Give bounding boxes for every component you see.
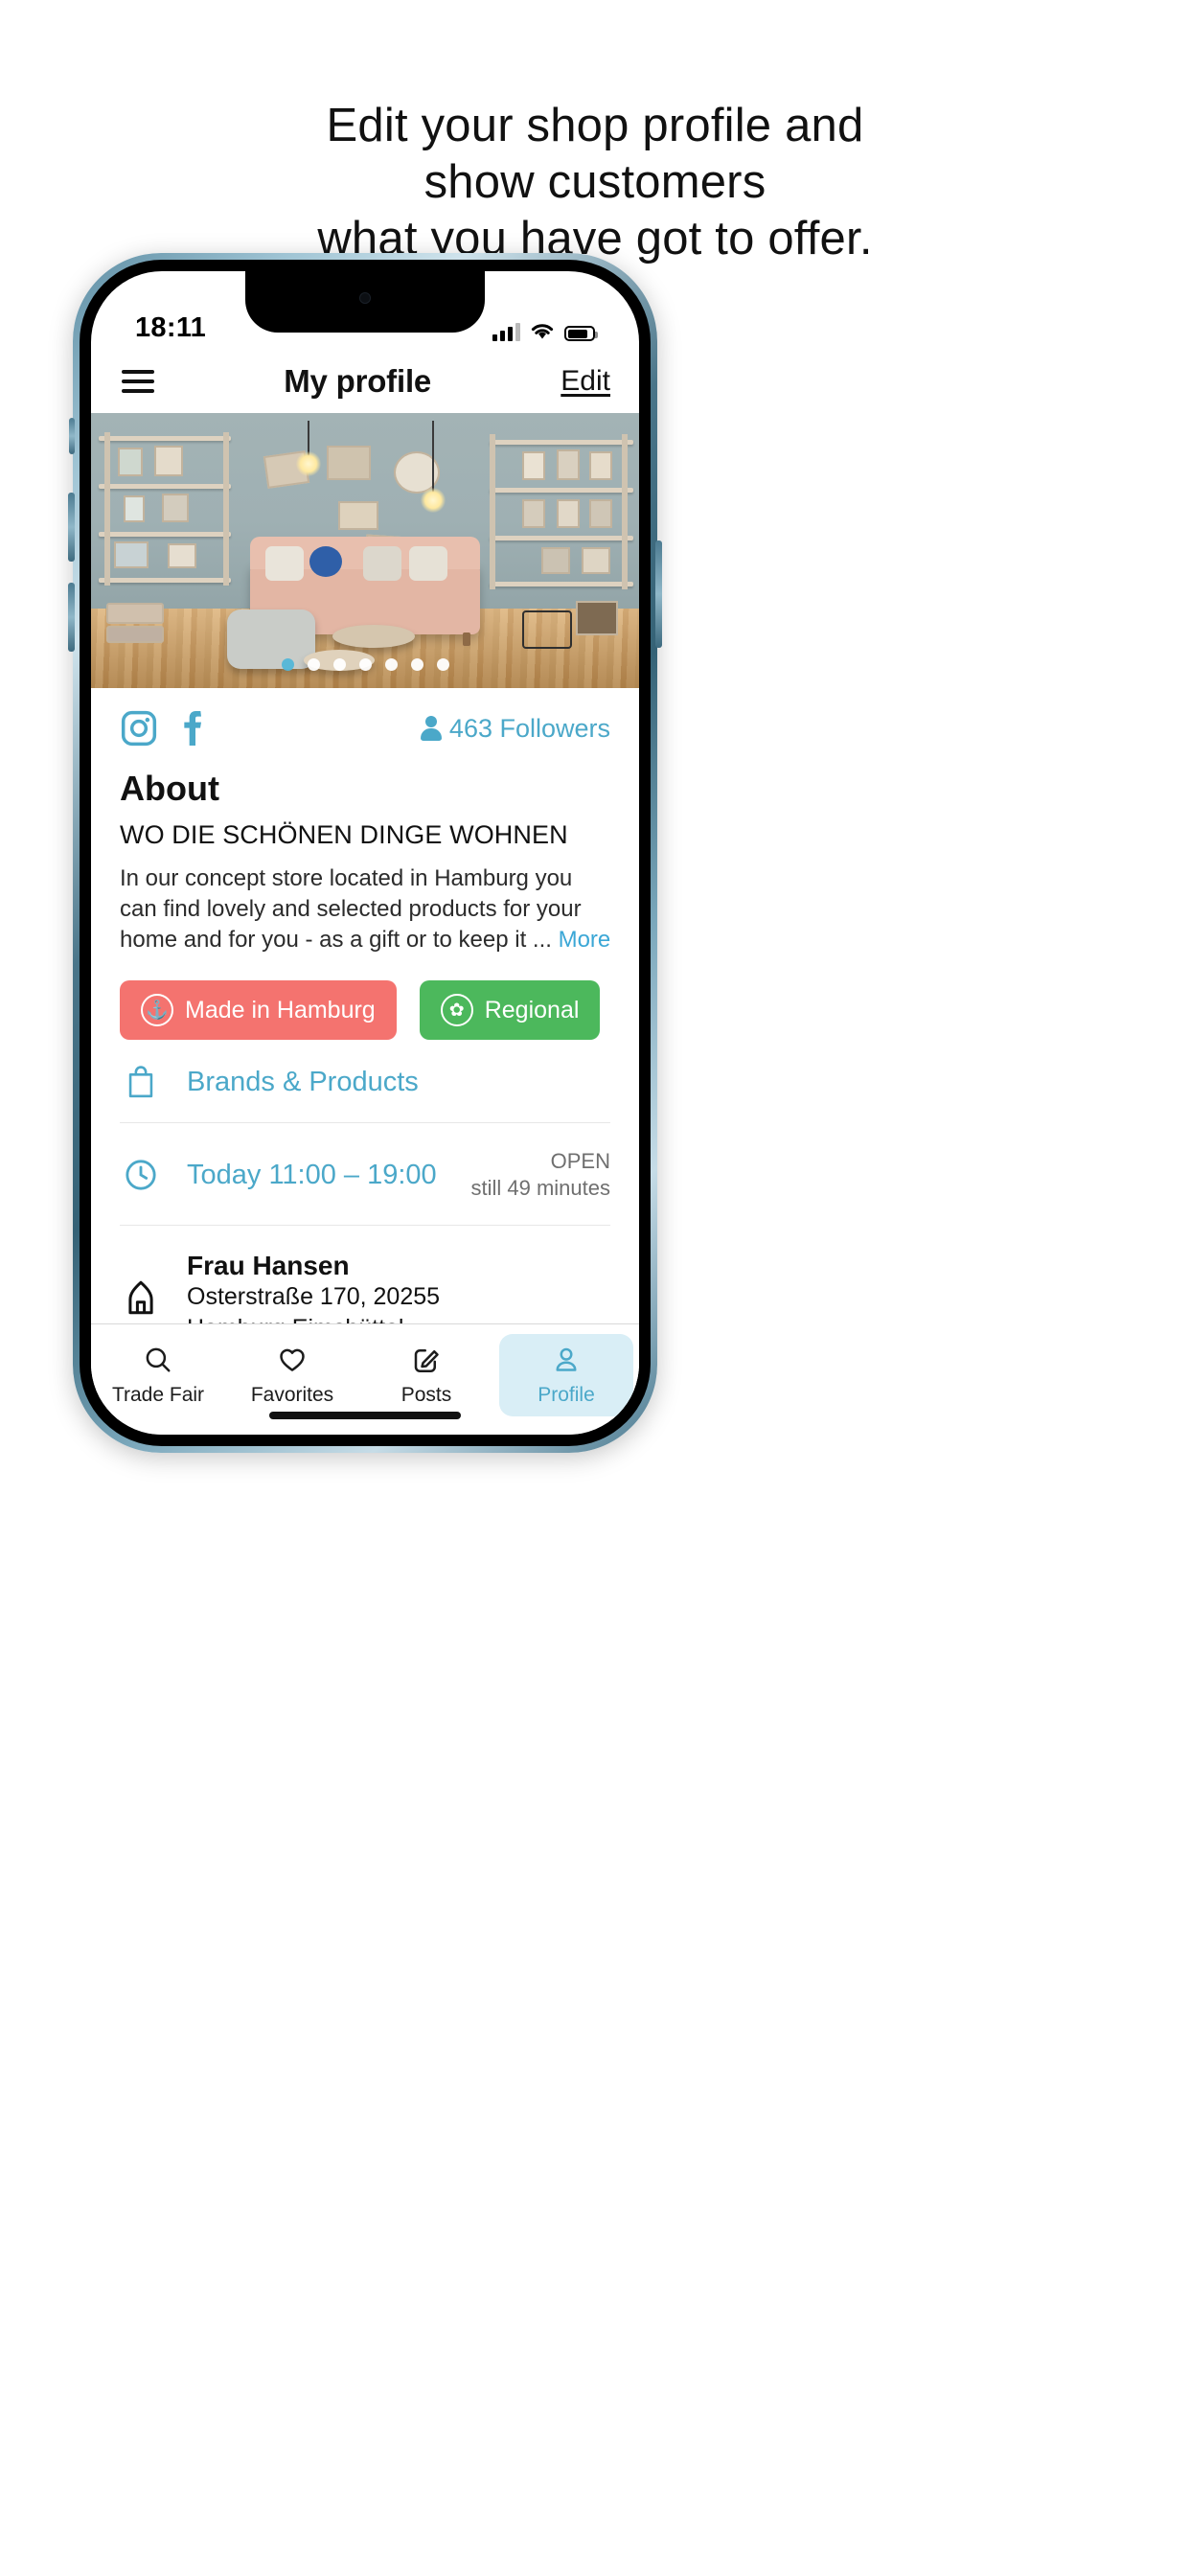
badge-regional[interactable]: ✿ Regional — [419, 980, 601, 1040]
person-outline-icon — [552, 1344, 581, 1376]
open-status: OPEN still 49 minutes — [470, 1148, 610, 1202]
facebook-icon[interactable] — [179, 709, 204, 748]
heart-icon — [278, 1344, 307, 1376]
instagram-icon[interactable] — [120, 709, 158, 748]
tab-label: Favorites — [250, 1384, 334, 1406]
page-title: My profile — [284, 363, 432, 399]
carousel-dot[interactable] — [384, 658, 398, 671]
wifi-icon — [531, 324, 554, 339]
tab-label: Trade Fair — [111, 1384, 205, 1406]
open-status-detail: still 49 minutes — [470, 1176, 610, 1200]
home-icon — [120, 1278, 162, 1317]
tab-label: Posts — [400, 1384, 452, 1406]
battery-icon — [564, 326, 598, 341]
power-button[interactable] — [655, 540, 662, 648]
tab-posts[interactable]: Posts — [359, 1334, 493, 1416]
row-brands-products[interactable]: Brands & Products — [120, 1040, 610, 1123]
hamburger-menu-icon[interactable] — [122, 370, 154, 393]
followers-count[interactable]: 463 Followers — [420, 713, 610, 744]
badge-label: Made in Hamburg — [185, 996, 376, 1024]
address-name: Frau Hansen — [187, 1251, 350, 1280]
tab-profile[interactable]: Profile — [499, 1334, 633, 1416]
tab-label: Profile — [538, 1384, 595, 1406]
phone-mockup: 18:11 My profile Edit 463 Followers Abou… — [68, 253, 662, 1453]
edit-button[interactable]: Edit — [561, 365, 610, 398]
badge-label: Regional — [484, 996, 580, 1024]
cellular-bars-icon — [492, 322, 520, 341]
volume-down-button[interactable] — [68, 583, 75, 652]
phone-bezel: 18:11 My profile Edit 463 Followers Abou… — [80, 260, 651, 1446]
about-description-text: In our concept store located in Hamburg … — [120, 865, 582, 953]
carousel-dot[interactable] — [436, 658, 449, 671]
marketing-headline: Edit your shop profile and show customer… — [0, 98, 1190, 267]
open-status-text: OPEN — [550, 1149, 610, 1173]
status-time: 18:11 — [135, 312, 207, 343]
shop-photo-carousel[interactable] — [91, 413, 639, 688]
info-rows: Brands & Products Today 11:00 – 19:00 OP… — [91, 1040, 639, 1368]
flower-icon: ✿ — [440, 994, 473, 1026]
about-subtitle: WO DIE SCHÖNEN DINGE WOHNEN — [120, 820, 568, 849]
carousel-dots[interactable] — [91, 658, 639, 671]
badge-made-in-hamburg[interactable]: ⚓ Made in Hamburg — [120, 980, 397, 1040]
followers-label: 463 Followers — [448, 713, 610, 743]
about-description: In our concept store located in Hamburg … — [91, 850, 639, 955]
front-camera-icon — [359, 292, 371, 304]
carousel-dot[interactable] — [410, 658, 423, 671]
about-heading: About — [120, 769, 219, 808]
headline-line-2: show customers — [423, 156, 767, 208]
badge-list: ⚓ Made in Hamburg ✿ Regional — [91, 955, 639, 1040]
social-row: 463 Followers — [91, 688, 639, 755]
social-links — [120, 709, 204, 748]
app-navbar: My profile Edit — [91, 350, 639, 413]
tab-trade-fair[interactable]: Trade Fair — [91, 1334, 225, 1416]
carousel-dot[interactable] — [307, 658, 320, 671]
anchor-icon: ⚓ — [141, 994, 173, 1026]
shop-photo — [91, 413, 639, 688]
phone-screen: 18:11 My profile Edit 463 Followers Abou… — [91, 271, 639, 1435]
opening-hours-label: Today 11:00 – 19:00 — [187, 1159, 437, 1190]
more-link[interactable]: More — [559, 927, 611, 953]
screenshot-root: Edit your shop profile and show customer… — [0, 0, 1190, 2576]
status-indicators — [492, 322, 598, 344]
notch — [245, 271, 485, 333]
address-line-1: Osterstraße 170, 20255 — [187, 1283, 441, 1310]
volume-up-button[interactable] — [68, 493, 75, 562]
row-opening-hours[interactable]: Today 11:00 – 19:00 OPEN still 49 minute… — [120, 1123, 610, 1226]
shopping-bag-icon — [120, 1065, 162, 1099]
headline-line-1: Edit your shop profile and — [326, 100, 864, 151]
carousel-dot[interactable] — [332, 658, 346, 671]
profile-body: 463 Followers About WO DIE SCHÖNEN DINGE… — [91, 688, 639, 1368]
clock-icon — [120, 1159, 162, 1191]
edit-pencil-icon — [412, 1344, 441, 1376]
carousel-dot[interactable] — [358, 658, 372, 671]
tab-favorites[interactable]: Favorites — [225, 1334, 359, 1416]
mute-switch[interactable] — [69, 418, 75, 454]
home-indicator[interactable] — [269, 1412, 461, 1419]
search-icon — [144, 1344, 172, 1376]
carousel-dot[interactable] — [281, 658, 294, 671]
person-icon — [420, 716, 442, 741]
brands-products-label: Brands & Products — [187, 1066, 419, 1097]
